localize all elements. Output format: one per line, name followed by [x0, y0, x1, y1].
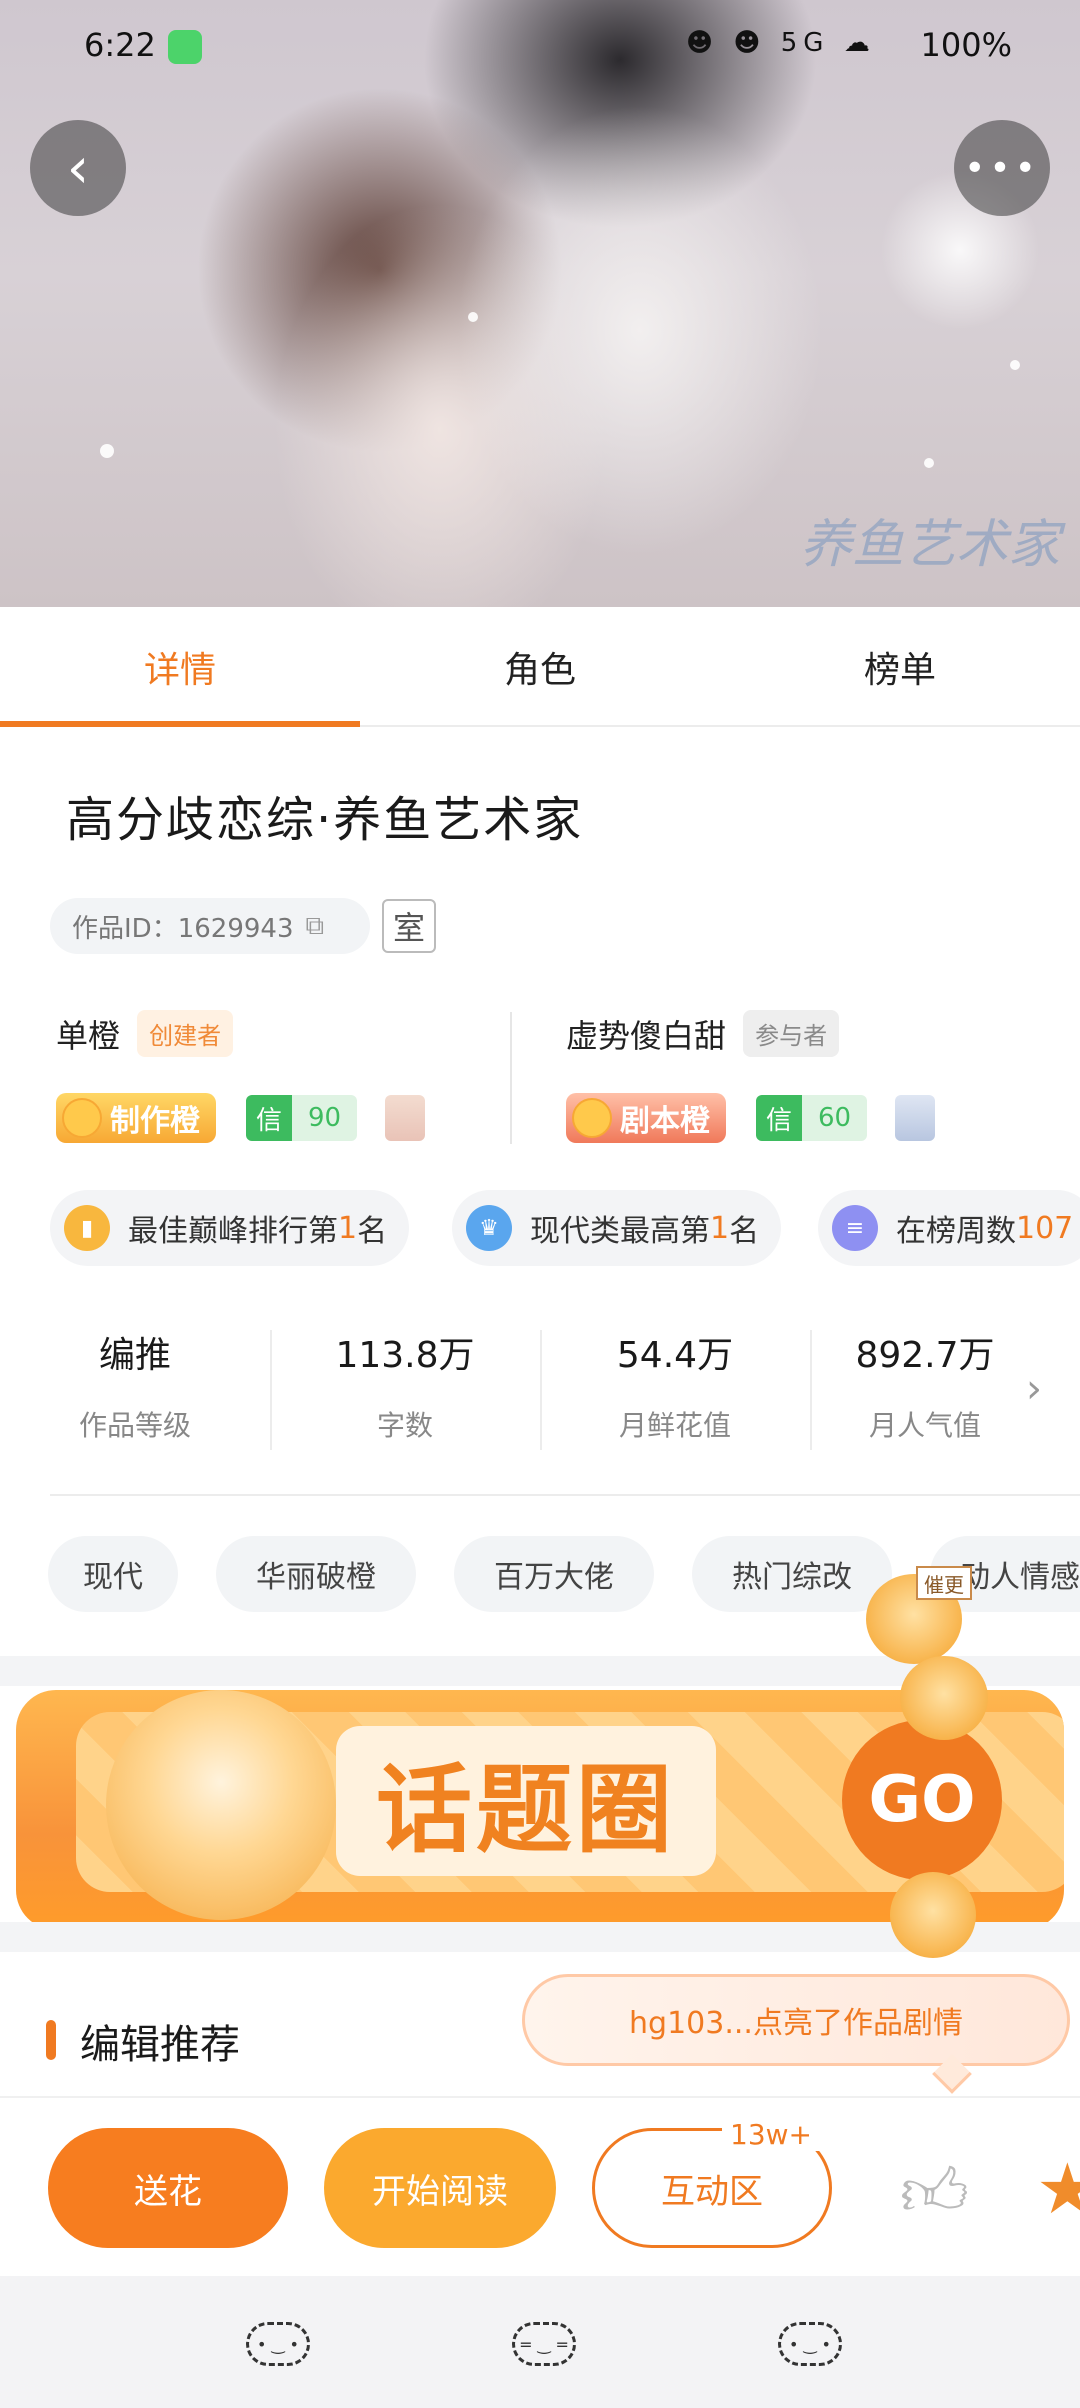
status-time: 6:22 — [84, 26, 156, 64]
list-icon: ≡ — [832, 1205, 878, 1251]
stat-popularity: 892.7万 月人气值 — [810, 1326, 1040, 1444]
recent-icon[interactable]: • ‿ • — [778, 2322, 842, 2366]
rank-text: 现代类最高第 — [530, 1214, 710, 1249]
status-icons: ☻ ☻ 5G ☁ — [686, 28, 876, 58]
rank-number: 1 — [710, 1210, 730, 1246]
credit-badge: 信 60 — [756, 1095, 868, 1141]
credit-value: 60 — [802, 1095, 868, 1141]
stat-value: 54.4万 — [616, 1335, 734, 1376]
stat-label: 月鲜花值 — [618, 1409, 731, 1442]
rank-number: 107 — [1016, 1210, 1074, 1246]
rank-chip-weeks[interactable]: ≡ 在榜周数 107 — [818, 1190, 1080, 1266]
stat-level: 编推 作品等级 — [0, 1326, 270, 1444]
rank-chip-peak[interactable]: ▮ 最佳巅峰排行第 1 名 — [50, 1190, 410, 1266]
battery-percent: 100% — [920, 26, 1012, 64]
tab-rankings[interactable]: 榜单 — [720, 607, 1080, 727]
cover-sparkle — [1010, 360, 1020, 370]
medal-badge: 剧本橙 — [566, 1093, 726, 1143]
work-id: 作品ID：1629943 — [72, 913, 294, 944]
work-title: 高分歧恋综·养鱼艺术家 — [66, 792, 584, 848]
more-button[interactable]: ••• — [954, 120, 1050, 216]
banner-title: 话题圈 — [336, 1726, 716, 1876]
author-name: 单橙 — [56, 1016, 121, 1055]
mascot-icon[interactable] — [890, 1872, 976, 1958]
orange-face-icon — [62, 1098, 102, 1138]
work-id-pill[interactable]: 作品ID：1629943 ⧉ — [50, 898, 370, 954]
crown-icon: ♛ — [466, 1205, 512, 1251]
rank-number: 1 — [338, 1210, 358, 1246]
divider — [50, 1494, 1080, 1496]
mascot-icon[interactable] — [900, 1656, 988, 1740]
thumbs-up-icon[interactable]: 👍︎ — [900, 2153, 969, 2233]
author-divider — [510, 1012, 512, 1144]
role-badge: 参与者 — [743, 1010, 840, 1057]
credit-badge: 信 90 — [246, 1095, 358, 1141]
cover-sparkle — [924, 458, 934, 468]
orange-face-icon — [572, 1098, 612, 1138]
rank-chip-modern[interactable]: ♛ 现代类最高第 1 名 — [452, 1190, 782, 1266]
role-badge: 创建者 — [137, 1010, 234, 1057]
medal-label: 剧本橙 — [620, 1104, 710, 1139]
bar-chart-icon: ▮ — [64, 1205, 110, 1251]
start-reading-button[interactable]: 开始阅读 — [324, 2128, 556, 2248]
tag-chip[interactable]: 华丽破橙 — [216, 1536, 416, 1612]
stat-value: 编推 — [98, 1335, 171, 1376]
chevron-right-icon[interactable]: › — [1026, 1366, 1042, 1412]
star-icon[interactable]: ★ — [1036, 2148, 1080, 2230]
author-creator[interactable]: 单橙 创建者 制作橙 信 90 — [56, 1010, 426, 1143]
stat-value: 113.8万 — [335, 1335, 475, 1376]
character-figure-icon — [385, 1095, 426, 1141]
tab-active-indicator — [0, 721, 360, 727]
credit-label: 信 — [246, 1095, 293, 1141]
system-nav-bar: • ‿ • = ‿ = • ‿ • — [0, 2276, 1080, 2408]
room-badge[interactable]: 室 — [382, 899, 436, 953]
author-participant[interactable]: 虚势傻白甜 参与者 剧本橙 信 60 — [566, 1010, 936, 1143]
cover-watermark: 养鱼艺术家 — [799, 515, 1060, 575]
rank-suffix: 名 — [357, 1214, 388, 1249]
medal-label: 制作橙 — [110, 1104, 200, 1139]
section-title: 编辑推荐 — [80, 2022, 240, 2068]
cover-sparkle — [468, 312, 478, 322]
tab-bar: 详情 角色 榜单 — [0, 607, 1080, 727]
banner-character — [106, 1690, 336, 1920]
battery-saver-icon — [168, 30, 202, 64]
back-icon[interactable]: • ‿ • — [246, 2322, 310, 2366]
tag-chip[interactable]: 热门综改 — [692, 1536, 892, 1612]
stat-words: 113.8万 字数 — [270, 1326, 540, 1444]
interaction-count: 13w+ — [722, 2118, 820, 2151]
action-bar: 送花 开始阅读 互动区 13w+ 👍︎ ★ — [0, 2096, 1080, 2276]
tag-chip[interactable]: 百万大佬 — [454, 1536, 654, 1612]
cover-image: 养鱼艺术家 — [0, 0, 1080, 607]
character-figure-icon — [895, 1095, 936, 1141]
mascot-sign: 催更 — [916, 1566, 972, 1600]
more-icon: ••• — [964, 147, 1040, 189]
author-name: 虚势傻白甜 — [566, 1016, 727, 1055]
copy-icon[interactable]: ⧉ — [305, 911, 324, 942]
stat-value: 892.7万 — [855, 1335, 995, 1376]
section-marker — [46, 2020, 56, 2060]
credit-value: 90 — [292, 1095, 358, 1141]
stat-label: 月人气值 — [868, 1409, 981, 1442]
rank-suffix: 名 — [729, 1214, 760, 1249]
rank-text: 在榜周数 — [896, 1214, 1016, 1249]
tab-characters[interactable]: 角色 — [360, 607, 720, 727]
status-bar: 6:22 ☻ ☻ 5G ☁ 100% — [0, 0, 1080, 90]
chevron-left-icon: ‹ — [66, 135, 90, 201]
cover-sparkle — [100, 444, 114, 458]
tag-chip[interactable]: 现代 — [48, 1536, 178, 1612]
stat-flowers: 54.4万 月鲜花值 — [540, 1326, 810, 1444]
stat-label: 字数 — [376, 1409, 433, 1442]
medal-badge: 制作橙 — [56, 1093, 216, 1143]
rank-text: 最佳巅峰排行第 — [128, 1214, 338, 1249]
notification-toast: hg103...点亮了作品剧情 — [522, 1974, 1070, 2066]
home-icon[interactable]: = ‿ = — [512, 2322, 576, 2366]
back-button[interactable]: ‹ — [30, 120, 126, 216]
credit-label: 信 — [756, 1095, 803, 1141]
stat-label: 作品等级 — [78, 1409, 191, 1442]
send-flower-button[interactable]: 送花 — [48, 2128, 288, 2248]
tab-details[interactable]: 详情 — [0, 607, 360, 727]
banner-go-button[interactable]: GO — [842, 1720, 1002, 1880]
